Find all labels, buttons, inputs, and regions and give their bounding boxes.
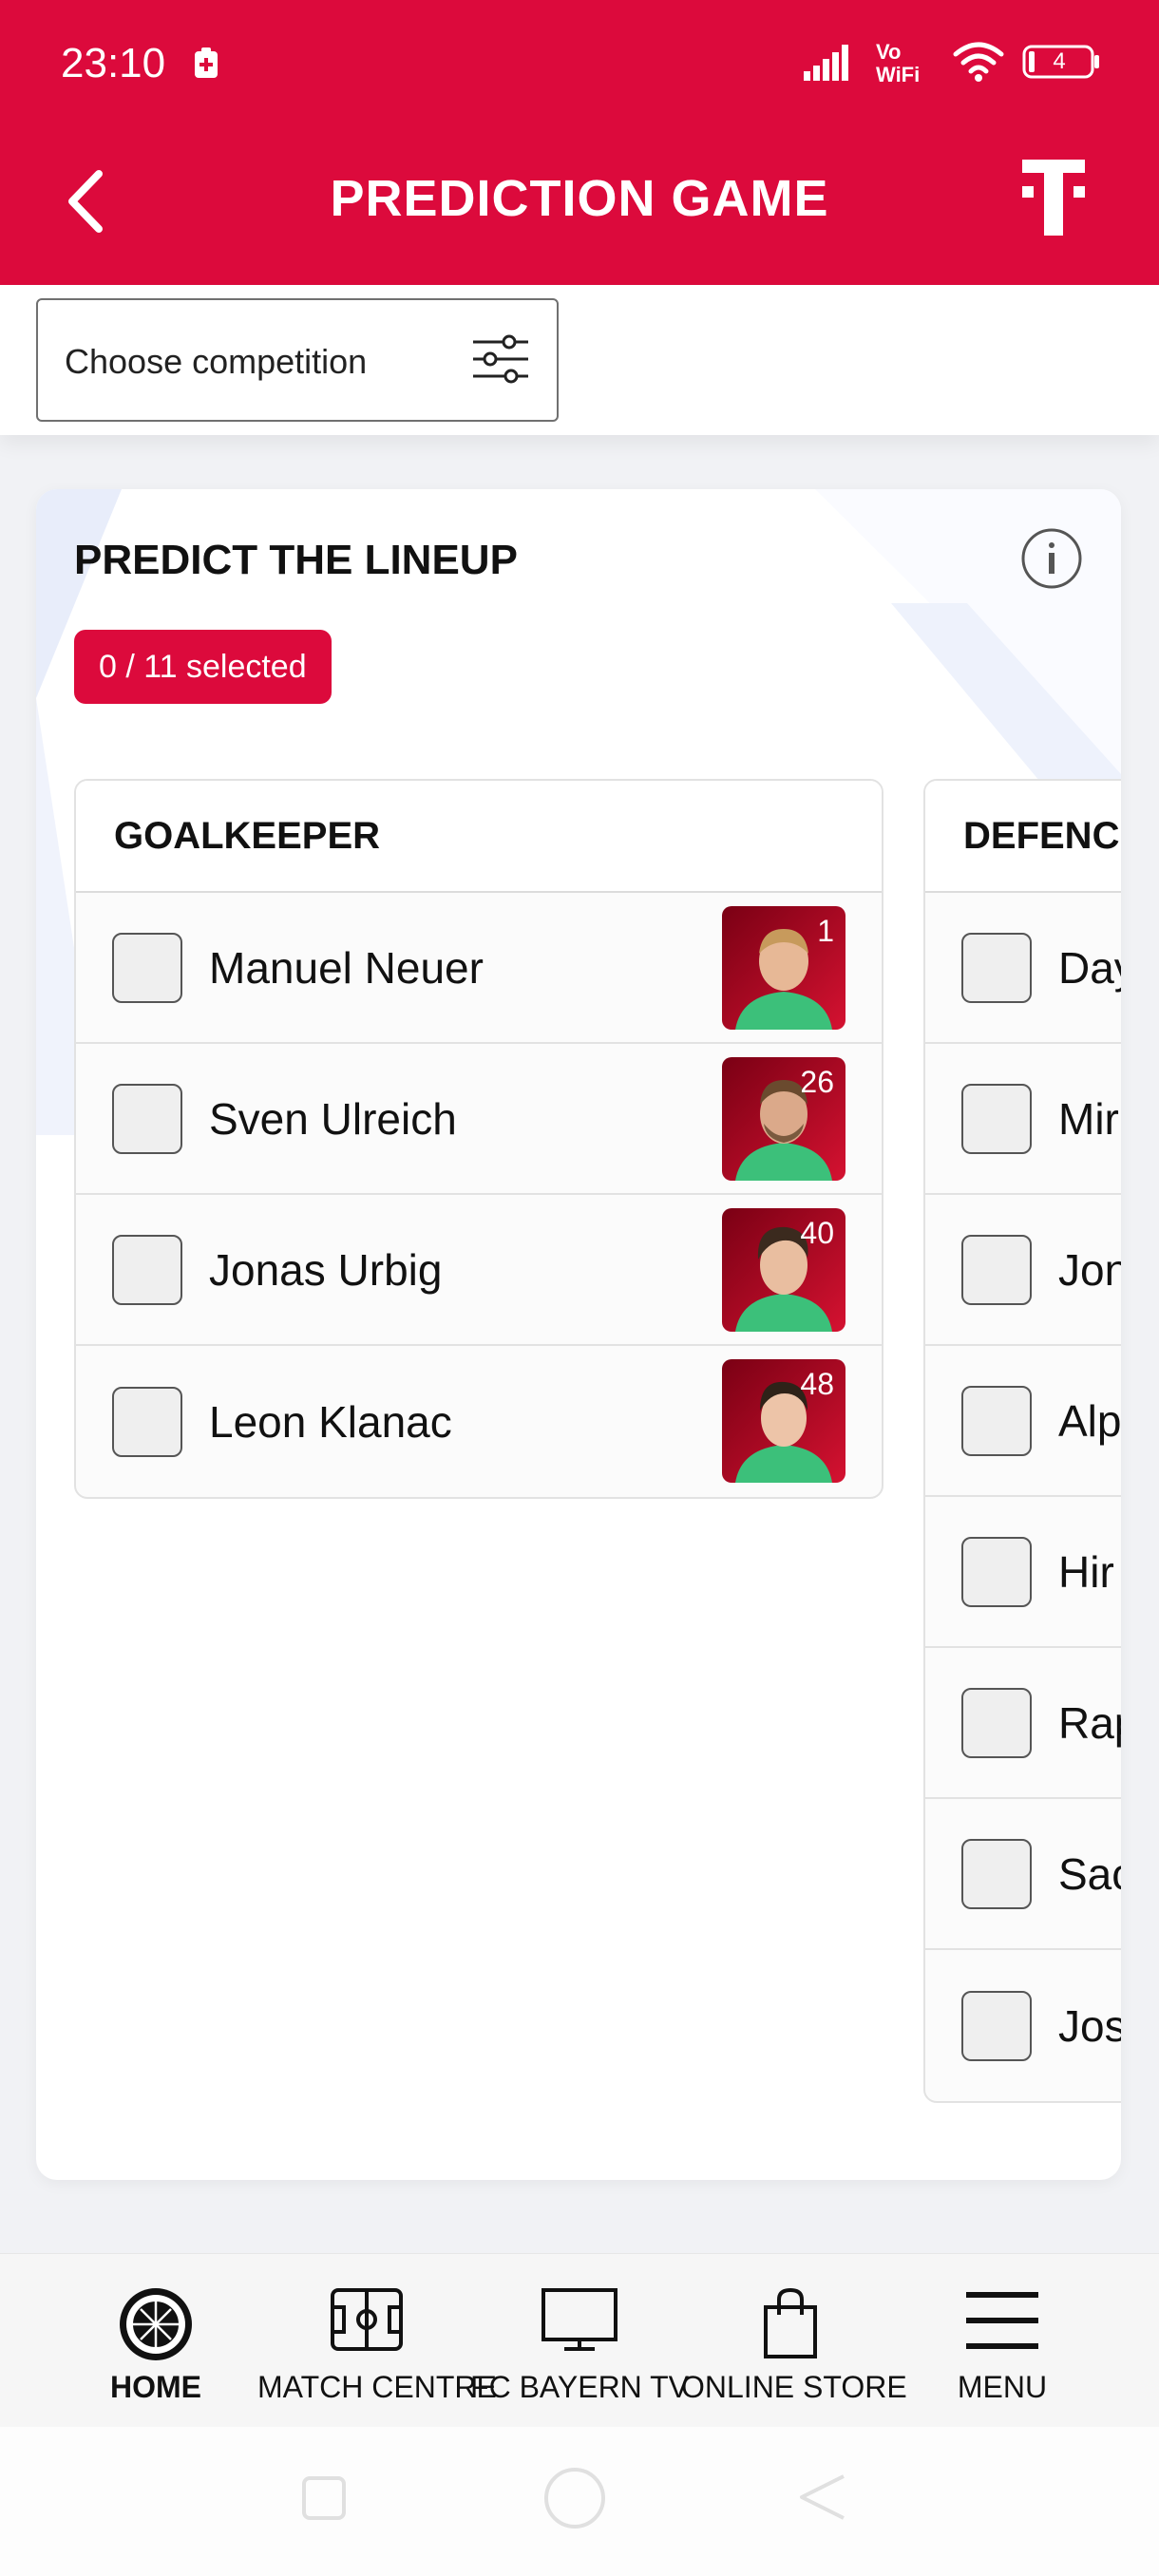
player-number: 48	[800, 1367, 834, 1401]
recent-apps-icon[interactable]	[300, 2474, 348, 2522]
player-row[interactable]: Sven Ulreich 26	[76, 1044, 882, 1195]
player-checkbox[interactable]	[961, 1990, 1032, 2061]
page-title: PREDICTION GAME	[330, 170, 829, 227]
nav-online-store[interactable]: ONLINE STORE	[681, 2254, 907, 2427]
player-row[interactable]: Jon	[925, 1195, 1121, 1346]
tv-icon	[542, 2288, 618, 2351]
wifi-icon	[953, 42, 1004, 82]
filter-bar: Choose competition	[0, 285, 1159, 435]
player-name: Mir	[1058, 1093, 1119, 1144]
shopping-bag-icon	[764, 2287, 817, 2358]
player-photo: 26	[722, 1057, 846, 1181]
selected-count-badge: 0 / 11 selected	[74, 630, 332, 704]
player-name: Jonas Urbig	[209, 1244, 443, 1295]
player-row[interactable]: Jos	[925, 1950, 1121, 2101]
nav-home[interactable]: HOME	[47, 2254, 265, 2427]
player-name: Hir	[1058, 1546, 1114, 1597]
player-checkbox[interactable]	[961, 1234, 1032, 1305]
nav-fc-bayern-tv[interactable]: FC BAYERN TV	[470, 2254, 689, 2427]
player-row[interactable]: Jonas Urbig 40	[76, 1195, 882, 1346]
player-name: Day	[1058, 942, 1121, 993]
nav-label: HOME	[110, 2370, 201, 2404]
vowifi-icon: Vo WiFi	[876, 40, 920, 85]
player-name: Jon	[1058, 1244, 1121, 1295]
player-name: Sac	[1058, 1848, 1121, 1899]
predict-lineup-card: PREDICT THE LINEUP 0 / 11 selected GOALK…	[36, 489, 1121, 2180]
player-name: Rap	[1058, 1697, 1121, 1748]
player-checkbox[interactable]	[961, 1536, 1032, 1607]
status-icons: Vo WiFi 4	[804, 38, 1102, 85]
home-icon[interactable]	[542, 2465, 608, 2531]
player-number: 1	[817, 914, 834, 948]
telekom-logo-icon	[1022, 160, 1085, 236]
bottom-navigation: HOME MATCH CENTRE FC BAYERN TV ONLINE ST…	[0, 2253, 1159, 2427]
status-time: 23:10	[61, 40, 166, 86]
player-checkbox[interactable]	[961, 1687, 1032, 1758]
player-name: Manuel Neuer	[209, 942, 484, 993]
goalkeeper-panel: GOALKEEPER Manuel Neuer 1 Sven Ulreich 2…	[74, 779, 884, 1499]
player-photo: 40	[722, 1208, 846, 1332]
competition-select-label: Choose competition	[65, 342, 368, 381]
player-name: Leon Klanac	[209, 1396, 452, 1447]
fc-bayern-crest-icon	[120, 2288, 192, 2360]
player-row[interactable]: Leon Klanac 48	[76, 1346, 882, 1497]
card-title: PREDICT THE LINEUP	[74, 537, 518, 583]
player-number: 26	[800, 1065, 834, 1099]
system-navigation-bar	[0, 2427, 1159, 2576]
nav-match-centre[interactable]: MATCH CENTRE	[257, 2254, 497, 2427]
nav-menu[interactable]: MENU	[893, 2254, 1112, 2427]
app-header: 23:10 Vo WiFi 4 PREDICTION GAME	[0, 0, 1159, 285]
player-name: Sven Ulreich	[209, 1093, 457, 1144]
pitch-icon	[331, 2288, 403, 2351]
nav-label: ONLINE STORE	[681, 2370, 907, 2404]
player-row[interactable]: Hir	[925, 1497, 1121, 1648]
svg-text:WiFi: WiFi	[876, 63, 920, 85]
player-checkbox[interactable]	[961, 1083, 1032, 1154]
info-icon[interactable]	[1020, 527, 1083, 590]
back-triangle-icon[interactable]	[796, 2471, 849, 2524]
nav-label: FC BAYERN TV	[470, 2370, 689, 2404]
nav-label: MENU	[957, 2370, 1048, 2404]
player-checkbox[interactable]	[112, 1386, 182, 1457]
player-checkbox[interactable]	[961, 1838, 1032, 1909]
hamburger-menu-icon	[966, 2292, 1038, 2349]
player-checkbox[interactable]	[112, 932, 182, 1003]
battery-saver-icon	[195, 47, 218, 78]
player-checkbox[interactable]	[112, 1234, 182, 1305]
nav-label: MATCH CENTRE	[257, 2370, 497, 2404]
battery-level: 4	[1053, 48, 1066, 74]
defence-panel: DEFENCE Day Mir Jon Alp Hir Rap Sac Jos	[923, 779, 1121, 2103]
player-row[interactable]: Mir	[925, 1044, 1121, 1195]
player-row[interactable]: Sac	[925, 1799, 1121, 1950]
player-photo: 1	[722, 906, 846, 1030]
player-number: 40	[800, 1216, 834, 1250]
player-checkbox[interactable]	[112, 1083, 182, 1154]
svg-text:Vo: Vo	[876, 40, 901, 64]
competition-select[interactable]: Choose competition	[36, 298, 559, 422]
player-checkbox[interactable]	[961, 1385, 1032, 1456]
defence-header: DEFENCE	[925, 781, 1121, 893]
player-checkbox[interactable]	[961, 932, 1032, 1003]
player-photo: 48	[722, 1359, 846, 1483]
filter-sliders-icon	[473, 334, 528, 384]
signal-icon	[804, 45, 848, 81]
player-row[interactable]: Alp	[925, 1346, 1121, 1497]
player-row[interactable]: Manuel Neuer 1	[76, 893, 882, 1044]
player-name: Jos	[1058, 2000, 1121, 2051]
player-row[interactable]: Rap	[925, 1648, 1121, 1799]
player-name: Alp	[1058, 1395, 1121, 1446]
player-row[interactable]: Day	[925, 893, 1121, 1044]
goalkeeper-header: GOALKEEPER	[76, 781, 882, 893]
battery-indicator: 4	[1022, 44, 1102, 80]
